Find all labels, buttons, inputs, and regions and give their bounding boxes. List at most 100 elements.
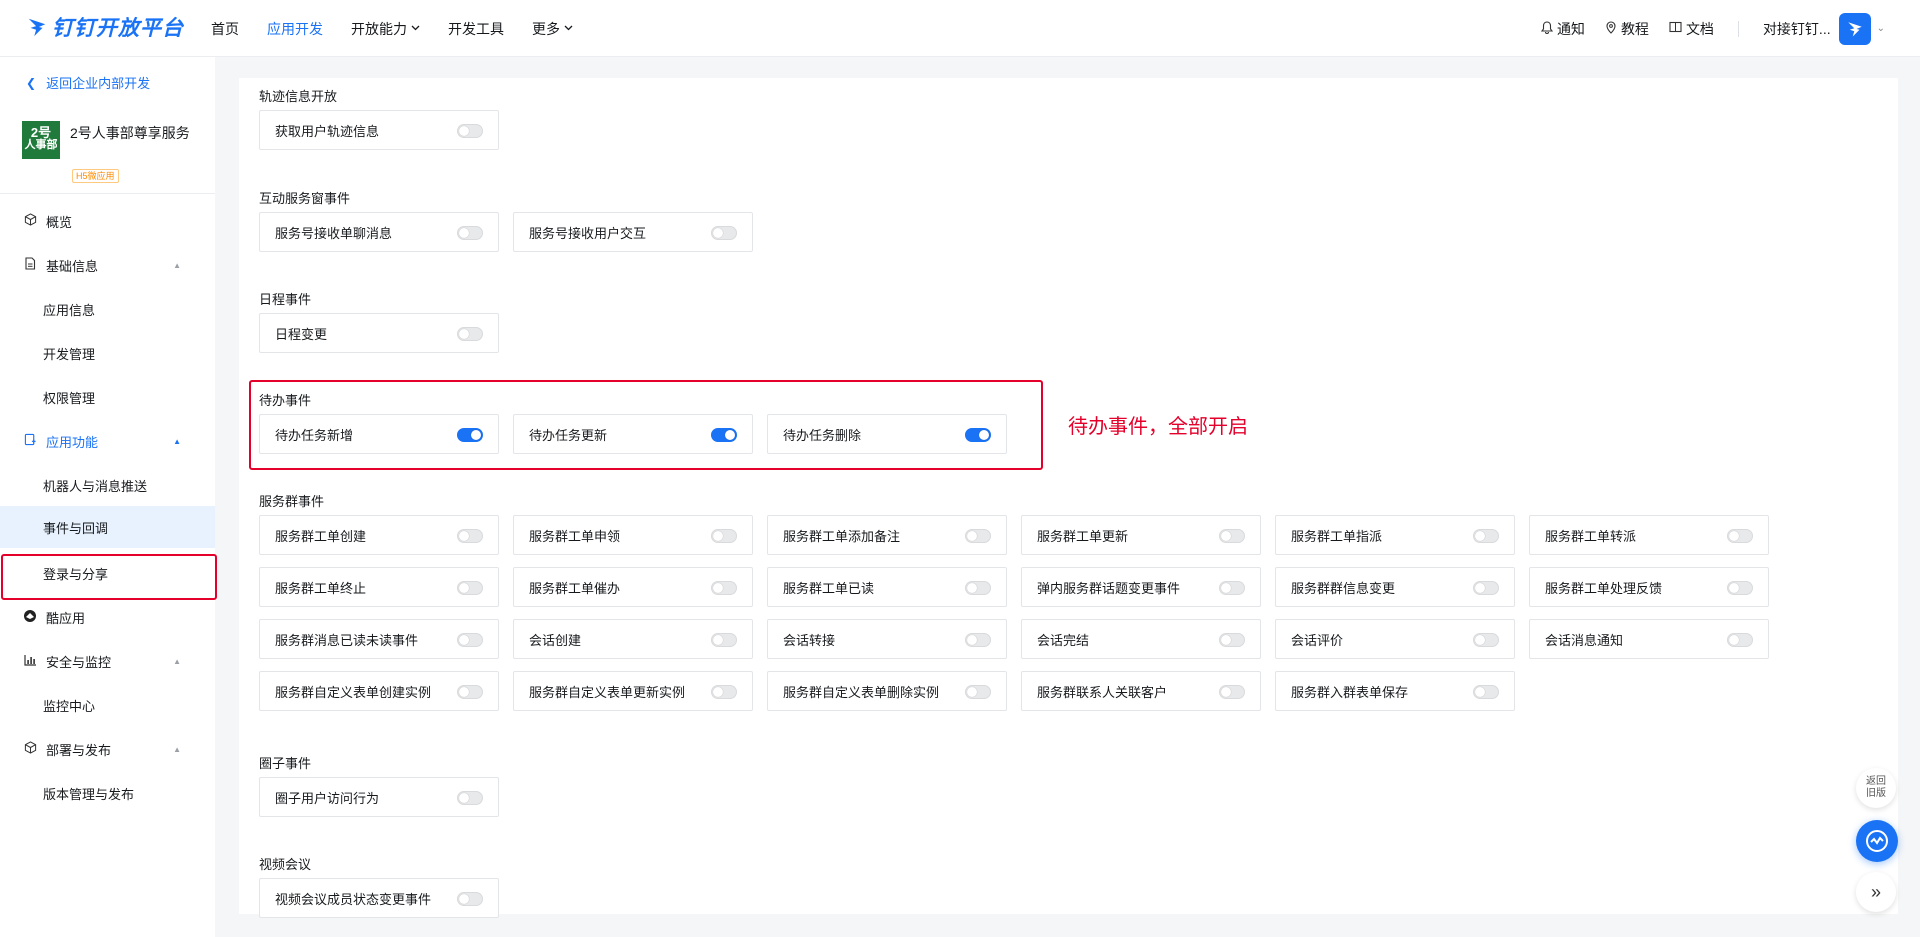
event-toggle[interactable] bbox=[457, 529, 483, 543]
event-toggle[interactable] bbox=[965, 685, 991, 699]
docs-link[interactable]: 文档 bbox=[1669, 19, 1714, 39]
sidebar-item[interactable]: 版本管理与发布 bbox=[0, 773, 215, 813]
event-toggle[interactable] bbox=[457, 226, 483, 240]
sidebar-item-label: 基础信息 bbox=[46, 258, 99, 274]
nav-item[interactable]: 更多 bbox=[532, 19, 573, 39]
event-toggle[interactable] bbox=[457, 791, 483, 805]
sidebar-item-label: 权限管理 bbox=[43, 390, 96, 406]
event-toggle[interactable] bbox=[1219, 633, 1245, 647]
event-settings-panel: 轨迹信息开放 获取用户轨迹信息 互动服务窗事件 服务号接收单聊消息 服务号接收用户交互日… bbox=[239, 78, 1898, 918]
event-label: 服务群工单指派 bbox=[1291, 528, 1383, 544]
sidebar-group[interactable]: 概览 bbox=[0, 201, 215, 241]
event-label: 弹内服务群话题变更事件 bbox=[1037, 580, 1181, 596]
main-nav: 首页 应用开发 开放能力 开发工具 更多 bbox=[211, 0, 601, 57]
nav-item-label: 应用开发 bbox=[267, 20, 323, 37]
event-card: 获取用户轨迹信息 bbox=[259, 110, 499, 150]
notify-link[interactable]: 通知 bbox=[1540, 19, 1585, 39]
caret-up-icon: ▲ bbox=[173, 436, 181, 446]
tutorial-link[interactable]: 教程 bbox=[1605, 19, 1649, 39]
org-name: 对接钉钉... bbox=[1762, 20, 1831, 37]
back-to-internal-dev-link[interactable]: ❮ 返回企业内部开发 bbox=[26, 73, 150, 92]
event-toggle[interactable] bbox=[1219, 529, 1245, 543]
event-card: 服务号接收用户交互 bbox=[513, 212, 753, 252]
back-link-label: 返回企业内部开发 bbox=[46, 76, 151, 91]
brand-logo[interactable]: 钉钉开放平台 bbox=[26, 12, 184, 42]
event-card: 服务群消息已读未读事件 bbox=[259, 619, 499, 659]
header-divider bbox=[1737, 20, 1739, 37]
section-title: 轨迹信息开放 bbox=[259, 89, 338, 104]
location-pin-icon bbox=[1605, 20, 1617, 37]
event-label: 会话完结 bbox=[1037, 632, 1090, 648]
event-toggle[interactable] bbox=[457, 327, 483, 341]
sidebar-item[interactable]: 事件与回调 bbox=[0, 506, 215, 548]
event-toggle[interactable] bbox=[965, 529, 991, 543]
event-toggle[interactable] bbox=[711, 581, 737, 595]
event-toggle[interactable] bbox=[457, 685, 483, 699]
event-toggle[interactable] bbox=[1473, 633, 1499, 647]
event-toggle[interactable] bbox=[457, 892, 483, 906]
event-toggle[interactable] bbox=[965, 633, 991, 647]
event-card: 服务群工单终止 bbox=[259, 567, 499, 607]
sidebar-item[interactable]: 权限管理 bbox=[0, 377, 215, 417]
org-switcher[interactable]: 对接钉钉... ⌄ bbox=[1762, 12, 1885, 45]
doc-icon bbox=[22, 257, 38, 273]
event-card: 服务群工单申领 bbox=[513, 515, 753, 555]
event-label: 服务群工单处理反馈 bbox=[1545, 580, 1663, 596]
expand-button[interactable]: » bbox=[1856, 872, 1896, 912]
event-card: 视频会议成员状态变更事件 bbox=[259, 878, 499, 918]
event-toggle[interactable] bbox=[1727, 633, 1753, 647]
event-toggle[interactable] bbox=[1473, 581, 1499, 595]
event-card: 服务群工单处理反馈 bbox=[1529, 567, 1769, 607]
event-card: 服务群工单添加备注 bbox=[767, 515, 1007, 555]
event-toggle[interactable] bbox=[965, 581, 991, 595]
caret-up-icon: ▲ bbox=[173, 744, 181, 754]
top-header: 钉钉开放平台 首页 应用开发 开放能力 开发工具 更多 通知 教程 文档 对接钉钉... bbox=[0, 0, 1920, 57]
event-label: 服务群入群表单保存 bbox=[1291, 684, 1409, 700]
event-toggle[interactable] bbox=[1727, 529, 1753, 543]
sidebar: ❮ 返回企业内部开发 2号 人事部 2号人事部尊享服务 H5微应用 概览 基础信息… bbox=[0, 57, 217, 937]
sidebar-group[interactable]: 部署与发布 ▲ bbox=[0, 729, 215, 769]
book-icon bbox=[1669, 21, 1682, 36]
event-toggle[interactable] bbox=[457, 124, 483, 138]
event-toggle[interactable] bbox=[1473, 685, 1499, 699]
nav-item[interactable]: 首页 bbox=[211, 19, 239, 39]
sidebar-item-label: 部署与发布 bbox=[46, 742, 112, 758]
dingtalk-logo-icon bbox=[28, 18, 46, 37]
event-toggle[interactable] bbox=[457, 581, 483, 595]
sidebar-group[interactable]: 酷应用 bbox=[0, 597, 215, 637]
sidebar-item[interactable]: 机器人与消息推送 bbox=[0, 465, 215, 505]
sidebar-item-label: 事件与回调 bbox=[43, 520, 109, 536]
sidebar-item[interactable]: 开发管理 bbox=[0, 333, 215, 373]
event-toggle[interactable] bbox=[1219, 581, 1245, 595]
nav-item-label: 更多 bbox=[532, 20, 560, 37]
sidebar-group[interactable]: 应用功能 ▲ bbox=[0, 421, 215, 461]
assistant-icon bbox=[1866, 830, 1888, 852]
sidebar-item-label: 机器人与消息推送 bbox=[43, 478, 148, 494]
sidebar-item[interactable]: 应用信息 bbox=[0, 289, 215, 329]
event-card: 日程变更 bbox=[259, 313, 499, 353]
event-label: 获取用户轨迹信息 bbox=[275, 123, 380, 139]
event-toggle[interactable] bbox=[711, 529, 737, 543]
event-label: 服务群群信息变更 bbox=[1291, 580, 1396, 596]
event-toggle[interactable] bbox=[711, 685, 737, 699]
event-label: 服务号接收用户交互 bbox=[529, 225, 647, 241]
nav-item[interactable]: 应用开发 bbox=[267, 19, 323, 39]
back-to-old-version-button[interactable]: 返回 旧版 bbox=[1856, 768, 1896, 808]
event-toggle[interactable] bbox=[711, 633, 737, 647]
event-card: 服务群群信息变更 bbox=[1275, 567, 1515, 607]
nav-item[interactable]: 开发工具 bbox=[448, 19, 504, 39]
sidebar-item[interactable]: 监控中心 bbox=[0, 685, 215, 725]
event-label: 会话转接 bbox=[783, 632, 836, 648]
event-toggle[interactable] bbox=[1727, 581, 1753, 595]
sidebar-item-label: 应用信息 bbox=[43, 302, 96, 318]
assistant-button[interactable] bbox=[1856, 820, 1898, 862]
event-toggle[interactable] bbox=[711, 226, 737, 240]
event-toggle[interactable] bbox=[1219, 685, 1245, 699]
nav-item[interactable]: 开放能力 bbox=[351, 19, 420, 39]
sidebar-group[interactable]: 基础信息 ▲ bbox=[0, 245, 215, 285]
event-toggle[interactable] bbox=[457, 633, 483, 647]
tutorial-label: 教程 bbox=[1620, 20, 1649, 37]
sidebar-group[interactable]: 安全与监控 ▲ bbox=[0, 641, 215, 681]
header-actions: 通知 教程 文档 对接钉钉... ⌄ bbox=[1521, 0, 1885, 57]
event-toggle[interactable] bbox=[1473, 529, 1499, 543]
